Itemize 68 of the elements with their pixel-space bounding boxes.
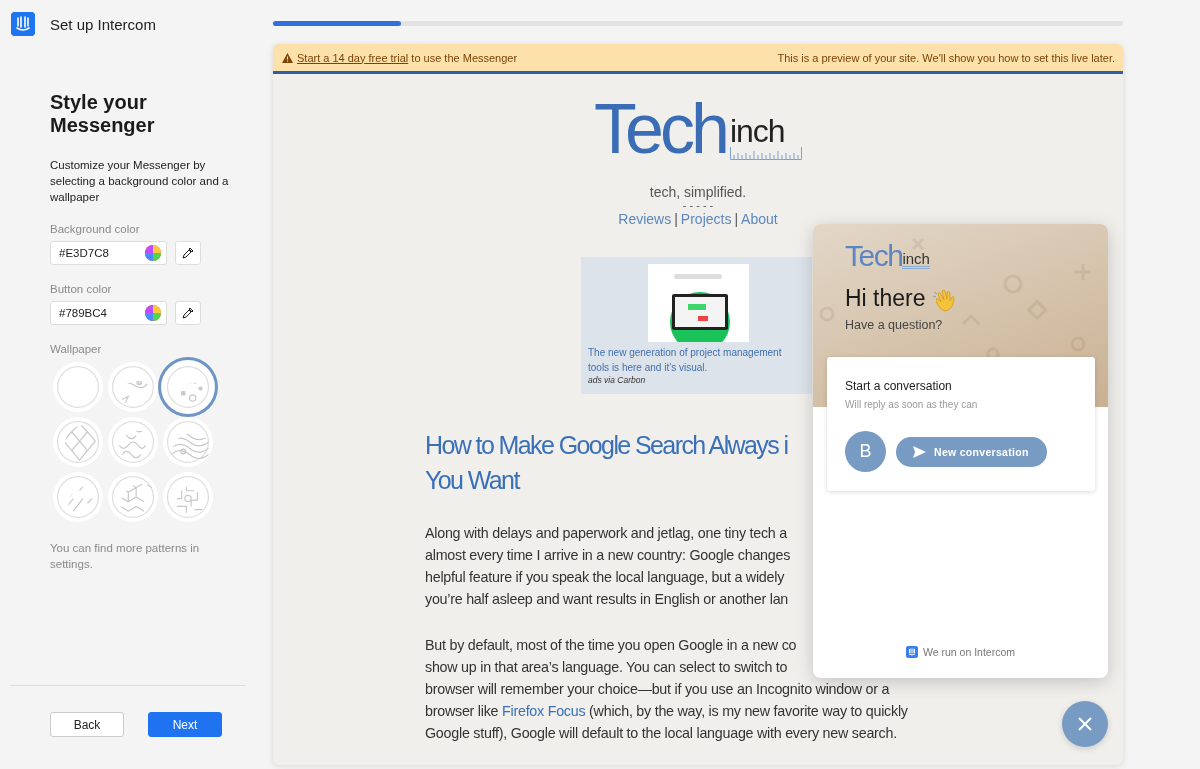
wallpaper-option[interactable] xyxy=(108,417,158,467)
color-input[interactable]: #E3D7C8 xyxy=(50,241,167,265)
messenger-logo-text: Tech xyxy=(845,241,903,271)
card-subtitle: Will reply as soon as they can xyxy=(845,399,979,410)
wallpaper-option[interactable] xyxy=(108,362,158,412)
site-tagline: tech, simplified. xyxy=(649,184,747,200)
article-text-line: Along with delays and paperwork and jetlag, one tiny tech a xyxy=(425,524,787,543)
tagline-divider: - - - - - xyxy=(682,200,714,211)
nav-link[interactable]: About xyxy=(741,211,778,227)
nav-separator: | xyxy=(674,211,678,227)
color-wheel-icon[interactable] xyxy=(145,245,161,261)
close-button[interactable] xyxy=(1062,701,1108,747)
nav-link[interactable]: Projects xyxy=(680,211,732,227)
ad-credit: ads via Carbon xyxy=(588,375,647,385)
wallpaper-option[interactable] xyxy=(53,472,103,522)
wallpaper-option[interactable] xyxy=(53,362,103,412)
article-text-line: almost every time I arrive in a new country: Google changes xyxy=(425,546,791,565)
site-logo-text: inch xyxy=(729,116,786,146)
intercom-logo-icon xyxy=(906,646,918,658)
article-title-line: You Want xyxy=(425,465,519,496)
field-label: Background color xyxy=(50,223,141,235)
close-icon xyxy=(1078,717,1092,731)
eyedropper-button[interactable] xyxy=(175,241,201,265)
nav-separator: | xyxy=(734,211,739,227)
eyedropper-icon xyxy=(182,307,194,319)
subtitle: Have a question? xyxy=(845,318,944,332)
article-text-line: Google stuff), Google will default to the local language with every new search. xyxy=(425,724,897,743)
preview-notice: This is a preview of your site. We'll show you how to set this live later. xyxy=(777,51,1115,64)
article-text-line: browser will remember your choice—but if you use an Incognito window or a xyxy=(425,680,890,699)
wallpaper-option[interactable] xyxy=(163,417,213,467)
footer-text: We run on Intercom xyxy=(923,646,1015,658)
greeting: Hi there xyxy=(845,285,926,312)
article-text-line: show up in that area’s language. You can select to switch to xyxy=(425,658,788,677)
warning-icon xyxy=(282,52,293,63)
wallpaper-option[interactable] xyxy=(108,472,158,522)
color-input[interactable]: #789BC4 xyxy=(50,301,167,325)
page-heading: Style your Messenger xyxy=(50,91,156,137)
eyedropper-icon xyxy=(182,247,194,259)
field-label: Button color xyxy=(50,283,113,295)
description: Customize your Messenger by selecting a background color and a wallpaper xyxy=(50,158,230,205)
card-title: Start a conversation xyxy=(845,379,953,393)
ruler-icon xyxy=(729,146,802,160)
article-text-line: you’re half asleep and want results in English or another lan xyxy=(425,590,789,609)
site-logo-text: Tech xyxy=(594,98,726,160)
send-icon xyxy=(913,445,926,458)
article-link[interactable]: Firefox Focus xyxy=(502,703,586,719)
wallpaper-option[interactable] xyxy=(53,417,103,467)
app-title: Set up Intercom xyxy=(50,15,156,33)
new-conversation-button[interactable]: New conversation xyxy=(896,436,1047,467)
article-title-line: How to Make Google Search Always i xyxy=(425,430,788,461)
back-button[interactable]: Back xyxy=(50,712,124,737)
wallpaper-option[interactable] xyxy=(163,472,213,522)
wallpaper-option[interactable] xyxy=(161,360,215,414)
banner-message: Start a 14 day free trial to use the Messenger xyxy=(297,51,518,64)
avatar: B xyxy=(845,431,886,472)
section-label: Wallpaper xyxy=(50,343,103,355)
ad-text[interactable]: The new generation of project management tools is here and it’s visual. xyxy=(588,345,805,375)
next-button[interactable]: Next xyxy=(148,712,222,737)
article-text-line: browser like Firefox Focus (which, by the way, is my new favorite way to quickly xyxy=(425,702,908,721)
trial-link[interactable]: Start a 14 day free trial xyxy=(297,51,409,64)
color-wheel-icon[interactable] xyxy=(145,305,161,321)
eyedropper-button[interactable] xyxy=(175,301,201,325)
messenger-logo-text: inch xyxy=(902,251,930,269)
article-text-line: But by default, most of the time you open Google in a new co xyxy=(425,636,797,655)
article-text-line: helpful feature if you speak the local language, but a widely xyxy=(425,568,785,587)
intercom-logo-icon xyxy=(11,12,35,36)
help-text: You can find more patterns in settings. xyxy=(50,541,201,572)
nav-link[interactable]: Reviews xyxy=(618,211,672,227)
